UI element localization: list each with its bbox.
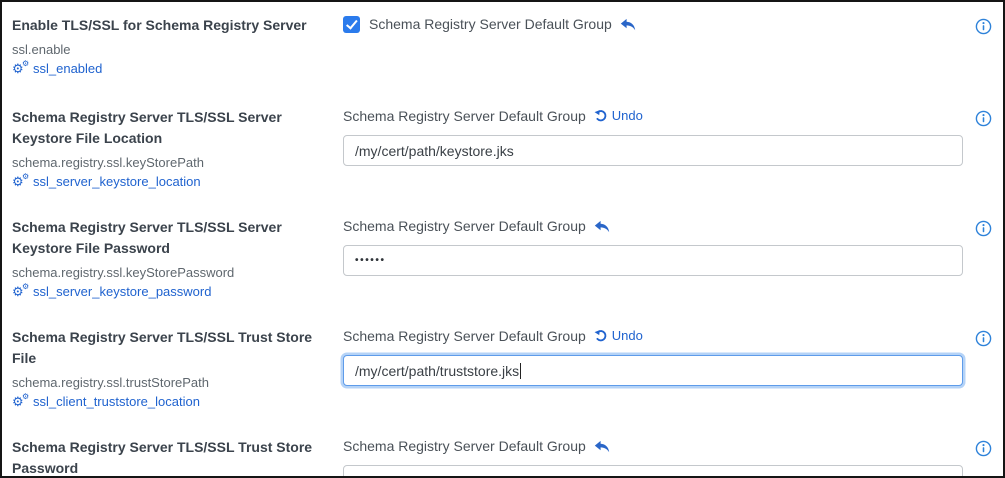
revert-reply-icon[interactable] <box>594 220 610 233</box>
config-row-keystore-location: Schema Registry Server TLS/SSL Server Ke… <box>12 106 1003 194</box>
config-property-name: ssl.enable <box>12 41 343 58</box>
api-name-link[interactable]: ⚙⚙ ssl_enabled <box>12 60 102 77</box>
api-name-label: ssl_server_keystore_password <box>33 283 211 300</box>
config-label: Enable TLS/SSL for Schema Registry Serve… <box>12 15 343 36</box>
config-label: Schema Registry Server TLS/SSL Trust Sto… <box>12 437 343 478</box>
config-label: Schema Registry Server TLS/SSL Trust Sto… <box>12 327 343 369</box>
config-row-keystore-password: Schema Registry Server TLS/SSL Server Ke… <box>12 216 1003 304</box>
api-name-link[interactable]: ⚙⚙ ssl_client_truststore_location <box>12 393 200 410</box>
gears-icon: ⚙⚙ <box>12 174 30 189</box>
undo-link[interactable]: Undo <box>594 326 643 346</box>
api-name-label: ssl_server_keystore_location <box>33 173 201 190</box>
undo-label: Undo <box>612 326 643 346</box>
info-icon[interactable] <box>975 440 992 457</box>
config-label: Schema Registry Server TLS/SSL Server Ke… <box>12 217 343 259</box>
api-name-link[interactable]: ⚙⚙ ssl_server_keystore_location <box>12 173 201 190</box>
config-property-name: schema.registry.ssl.keyStorePassword <box>12 264 343 281</box>
group-label: Schema Registry Server Default Group <box>369 14 612 34</box>
keystore-location-input[interactable]: /my/cert/path/keystore.jks <box>343 135 963 166</box>
config-panel: Enable TLS/SSL for Schema Registry Serve… <box>0 0 1005 478</box>
revert-reply-icon[interactable] <box>594 440 610 453</box>
text-caret <box>520 363 521 379</box>
truststore-password-input[interactable]: •••••• <box>343 465 963 478</box>
api-name-link[interactable]: ⚙⚙ ssl_server_keystore_password <box>12 283 211 300</box>
gears-icon: ⚙⚙ <box>12 284 30 299</box>
revert-reply-icon[interactable] <box>620 18 636 31</box>
undo-icon <box>594 329 608 343</box>
undo-link[interactable]: Undo <box>594 106 643 126</box>
info-icon[interactable] <box>975 18 992 35</box>
group-label: Schema Registry Server Default Group <box>343 216 586 236</box>
gears-icon: ⚙⚙ <box>12 394 30 409</box>
api-name-label: ssl_enabled <box>33 60 102 77</box>
config-property-name: schema.registry.ssl.trustStorePath <box>12 374 343 391</box>
info-icon[interactable] <box>975 220 992 237</box>
truststore-location-input[interactable]: /my/cert/path/truststore.jks <box>343 355 963 386</box>
keystore-password-input[interactable]: •••••• <box>343 245 963 276</box>
group-label: Schema Registry Server Default Group <box>343 106 586 126</box>
gears-icon: ⚙⚙ <box>12 61 30 76</box>
config-label: Schema Registry Server TLS/SSL Server Ke… <box>12 107 343 149</box>
config-row-truststore-location: Schema Registry Server TLS/SSL Trust Sto… <box>12 326 1003 414</box>
api-name-label: ssl_client_truststore_location <box>33 393 200 410</box>
ssl-enable-checkbox[interactable] <box>343 16 360 33</box>
group-label: Schema Registry Server Default Group <box>343 326 586 346</box>
config-property-name: schema.registry.ssl.keyStorePath <box>12 154 343 171</box>
info-icon[interactable] <box>975 330 992 347</box>
group-label: Schema Registry Server Default Group <box>343 436 586 456</box>
undo-icon <box>594 109 608 123</box>
undo-label: Undo <box>612 106 643 126</box>
config-row-truststore-password: Schema Registry Server TLS/SSL Trust Sto… <box>12 436 1003 478</box>
config-row-ssl-enable: Enable TLS/SSL for Schema Registry Serve… <box>12 14 1003 81</box>
info-icon[interactable] <box>975 110 992 127</box>
